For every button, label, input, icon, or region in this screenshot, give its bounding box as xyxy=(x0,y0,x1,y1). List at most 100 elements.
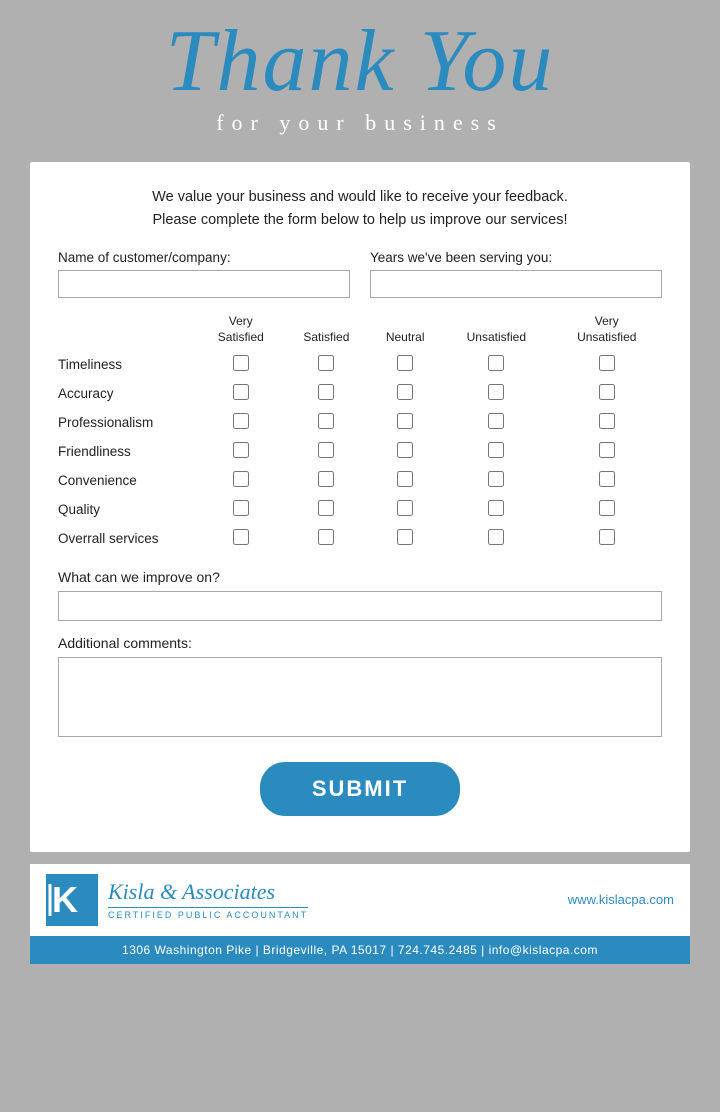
rating-checkbox[interactable] xyxy=(397,471,413,487)
rating-checkbox[interactable] xyxy=(233,355,249,371)
col-header-empty xyxy=(58,314,198,349)
rating-checkbox[interactable] xyxy=(599,413,615,429)
rating-checkbox[interactable] xyxy=(233,500,249,516)
rating-checkbox[interactable] xyxy=(599,384,615,400)
rating-checkbox[interactable] xyxy=(397,384,413,400)
rating-checkbox[interactable] xyxy=(488,355,504,371)
rating-checkbox[interactable] xyxy=(397,355,413,371)
row-label-convenience: Convenience xyxy=(58,466,198,495)
comments-section: Additional comments: xyxy=(58,635,662,742)
checkbox-cell[interactable] xyxy=(369,408,441,437)
col-header-very-satisfied: VerySatisfied xyxy=(198,314,284,349)
years-label: Years we've been serving you: xyxy=(370,250,662,265)
rating-checkbox[interactable] xyxy=(318,442,334,458)
submit-button[interactable]: SUBMIT xyxy=(260,762,460,816)
row-label-accuracy: Accuracy xyxy=(58,379,198,408)
intro-line1: We value your business and would like to… xyxy=(152,189,568,205)
checkbox-cell[interactable] xyxy=(198,466,284,495)
rating-checkbox[interactable] xyxy=(397,413,413,429)
checkbox-cell[interactable] xyxy=(198,350,284,379)
rating-checkbox[interactable] xyxy=(599,355,615,371)
rating-checkbox[interactable] xyxy=(233,442,249,458)
checkbox-cell[interactable] xyxy=(441,408,551,437)
rating-checkbox[interactable] xyxy=(599,471,615,487)
rating-checkbox[interactable] xyxy=(488,384,504,400)
checkbox-cell[interactable] xyxy=(441,524,551,553)
checkbox-cell[interactable] xyxy=(552,495,662,524)
rating-checkbox[interactable] xyxy=(488,442,504,458)
rating-checkbox[interactable] xyxy=(488,529,504,545)
rating-checkbox[interactable] xyxy=(233,413,249,429)
checkbox-cell[interactable] xyxy=(369,466,441,495)
footer-section: K Kisla & Associates Certified Public Ac… xyxy=(30,864,690,936)
checkbox-cell[interactable] xyxy=(284,350,370,379)
checkbox-cell[interactable] xyxy=(284,524,370,553)
rating-table: VerySatisfied Satisfied Neutral Unsatisf… xyxy=(58,314,662,552)
checkbox-cell[interactable] xyxy=(284,495,370,524)
checkbox-cell[interactable] xyxy=(284,408,370,437)
rating-checkbox[interactable] xyxy=(397,529,413,545)
table-row: Overrall services xyxy=(58,524,662,553)
header: Thank You for your business xyxy=(0,0,720,162)
checkbox-cell[interactable] xyxy=(198,437,284,466)
checkbox-cell[interactable] xyxy=(284,379,370,408)
checkbox-cell[interactable] xyxy=(284,466,370,495)
checkbox-cell[interactable] xyxy=(552,524,662,553)
rating-checkbox[interactable] xyxy=(488,471,504,487)
years-input[interactable] xyxy=(370,270,662,298)
rating-checkbox[interactable] xyxy=(599,529,615,545)
checkbox-cell[interactable] xyxy=(552,437,662,466)
rating-checkbox[interactable] xyxy=(599,442,615,458)
rating-checkbox[interactable] xyxy=(318,355,334,371)
kisla-logo-icon: K xyxy=(46,874,98,926)
checkbox-cell[interactable] xyxy=(369,524,441,553)
rating-checkbox[interactable] xyxy=(318,413,334,429)
checkbox-cell[interactable] xyxy=(552,379,662,408)
svg-text:K: K xyxy=(52,879,78,920)
checkbox-cell[interactable] xyxy=(369,350,441,379)
rating-checkbox[interactable] xyxy=(318,500,334,516)
rating-checkbox[interactable] xyxy=(318,529,334,545)
subtitle: for your business xyxy=(30,110,690,136)
comments-label: Additional comments: xyxy=(58,635,662,651)
years-field-group: Years we've been serving you: xyxy=(370,250,662,298)
form-card: We value your business and would like to… xyxy=(30,162,690,852)
improve-input[interactable] xyxy=(58,591,662,621)
checkbox-cell[interactable] xyxy=(369,437,441,466)
checkbox-cell[interactable] xyxy=(198,495,284,524)
checkbox-cell[interactable] xyxy=(441,466,551,495)
checkbox-cell[interactable] xyxy=(441,350,551,379)
comments-textarea[interactable] xyxy=(58,657,662,737)
rating-checkbox[interactable] xyxy=(233,529,249,545)
rating-checkbox[interactable] xyxy=(599,500,615,516)
checkbox-cell[interactable] xyxy=(441,495,551,524)
rating-checkbox[interactable] xyxy=(397,500,413,516)
customer-input[interactable] xyxy=(58,270,350,298)
col-header-unsatisfied: Unsatisfied xyxy=(441,314,551,349)
logo-cpa-text: Certified Public Accountant xyxy=(108,907,308,920)
checkbox-cell[interactable] xyxy=(198,524,284,553)
checkbox-cell[interactable] xyxy=(198,379,284,408)
rating-checkbox[interactable] xyxy=(233,471,249,487)
rating-table-container: VerySatisfied Satisfied Neutral Unsatisf… xyxy=(58,314,662,552)
rating-checkbox[interactable] xyxy=(233,384,249,400)
checkbox-cell[interactable] xyxy=(198,408,284,437)
rating-checkbox[interactable] xyxy=(318,471,334,487)
checkbox-cell[interactable] xyxy=(552,350,662,379)
rating-checkbox[interactable] xyxy=(488,413,504,429)
checkbox-cell[interactable] xyxy=(369,495,441,524)
checkbox-cell[interactable] xyxy=(284,437,370,466)
table-row: Accuracy xyxy=(58,379,662,408)
submit-row: SUBMIT xyxy=(58,762,662,816)
rating-checkbox[interactable] xyxy=(397,442,413,458)
checkbox-cell[interactable] xyxy=(552,408,662,437)
logo-company-name: Kisla & Associates xyxy=(108,879,308,905)
improve-label: What can we improve on? xyxy=(58,569,662,585)
table-row: Quality xyxy=(58,495,662,524)
checkbox-cell[interactable] xyxy=(552,466,662,495)
rating-checkbox[interactable] xyxy=(318,384,334,400)
checkbox-cell[interactable] xyxy=(369,379,441,408)
rating-checkbox[interactable] xyxy=(488,500,504,516)
checkbox-cell[interactable] xyxy=(441,437,551,466)
checkbox-cell[interactable] xyxy=(441,379,551,408)
